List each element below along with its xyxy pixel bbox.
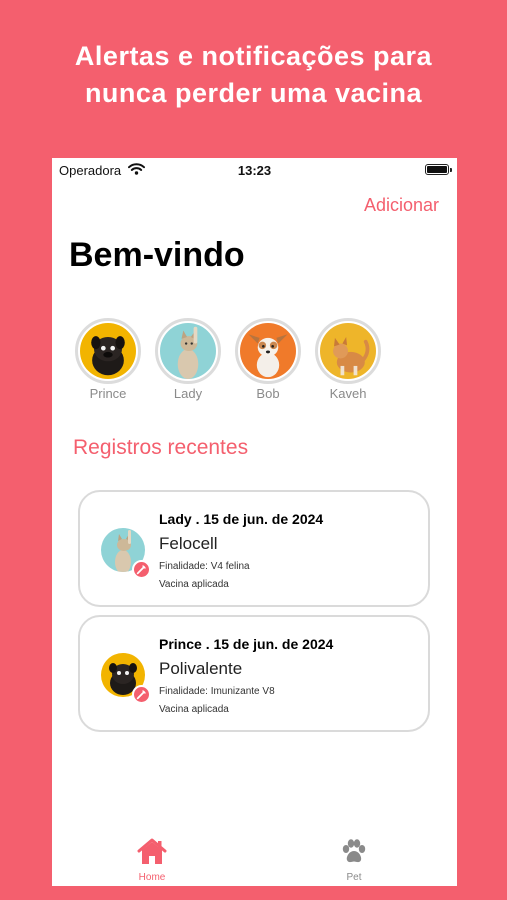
home-icon — [136, 838, 168, 871]
pet-carousel: Prince Lady Bob Kaveh — [75, 318, 381, 408]
pet-avatar-bob — [240, 323, 296, 379]
battery-icon — [425, 164, 452, 175]
tab-pet[interactable]: Pet — [324, 838, 384, 883]
pet-avatar-ring — [155, 318, 221, 384]
paw-icon — [339, 838, 369, 871]
record-purpose: Finalidade: V4 felina — [159, 561, 250, 572]
syringe-icon — [132, 560, 151, 579]
promo-headline: Alertas e notificações para nunca perder… — [0, 38, 507, 112]
tab-pet-label: Pet — [346, 872, 362, 883]
tab-home-label: Home — [138, 872, 166, 883]
status-bar: Operadora 13:23 — [52, 158, 457, 182]
pet-avatar-ring — [315, 318, 381, 384]
pet-avatar-prince — [80, 323, 136, 379]
pet-avatar-ring — [75, 318, 141, 384]
record-status: Vacina aplicada — [159, 579, 229, 590]
pet-name-kaveh: Kaveh — [329, 386, 367, 401]
add-pet-link[interactable]: Adicionar — [364, 195, 439, 216]
record-card[interactable]: Lady . 15 de jun. de 2024 Felocell Final… — [78, 490, 430, 607]
phone-screen: Operadora 13:23 Adicionar Bem-vindo Prin… — [52, 158, 457, 886]
status-time: 13:23 — [237, 163, 272, 178]
pet-name-lady: Lady — [173, 386, 203, 401]
tab-home[interactable]: Home — [122, 838, 182, 883]
recent-records-title: Registros recentes — [73, 436, 249, 459]
pet-name-bob: Bob — [256, 386, 280, 401]
syringe-icon — [132, 685, 151, 704]
pet-avatar-ring — [235, 318, 301, 384]
tab-bar: Home Pet — [52, 836, 457, 886]
pet-item-kaveh[interactable]: Kaveh — [315, 318, 381, 408]
record-purpose: Finalidade: Imunizante V8 — [159, 686, 275, 697]
pet-item-prince[interactable]: Prince — [75, 318, 141, 408]
record-card[interactable]: Prince . 15 de jun. de 2024 Polivalente … — [78, 615, 430, 732]
pet-avatar-lady — [160, 323, 216, 379]
promo-line-2: nunca perder uma vacina — [84, 78, 423, 108]
pet-name-prince: Prince — [89, 386, 127, 401]
pet-item-lady[interactable]: Lady — [155, 318, 221, 408]
promo-line-1: Alertas e notificações para — [74, 41, 433, 71]
record-heading: Prince . 15 de jun. de 2024 — [159, 636, 334, 652]
pet-avatar-kaveh — [320, 323, 376, 379]
record-heading: Lady . 15 de jun. de 2024 — [159, 511, 324, 527]
pet-item-bob[interactable]: Bob — [235, 318, 301, 408]
record-status: Vacina aplicada — [159, 704, 229, 715]
record-vaccine-name: Felocell — [159, 534, 218, 553]
record-vaccine-name: Polivalente — [159, 659, 243, 678]
page-title: Bem-vindo — [69, 236, 245, 274]
